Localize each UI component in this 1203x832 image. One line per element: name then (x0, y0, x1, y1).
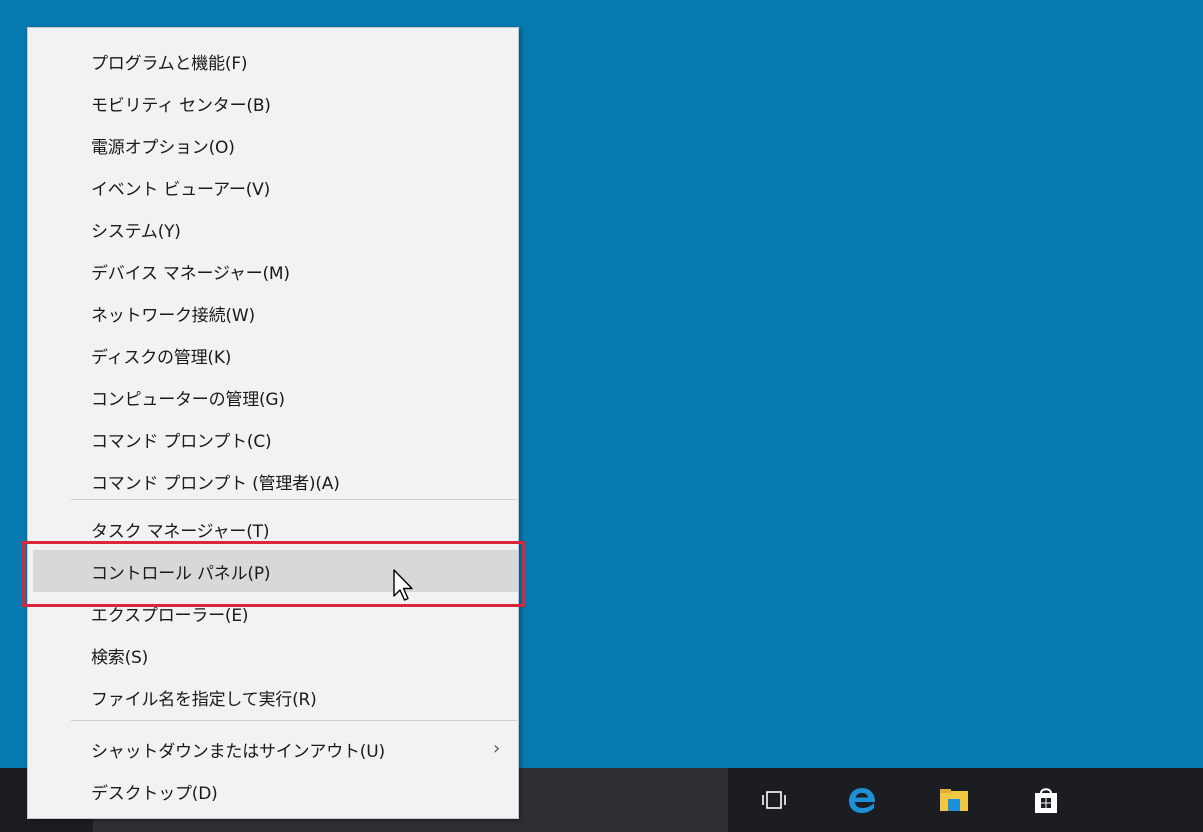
menu-item-label: 電源オプション(O) (91, 137, 235, 158)
menu-item-file-explorer[interactable]: エクスプローラー(E) (33, 592, 518, 634)
menu-separator (71, 720, 517, 721)
menu-item-disk-management[interactable]: ディスクの管理(K) (33, 334, 518, 376)
menu-item-label: エクスプローラー(E) (91, 605, 249, 626)
chevron-right-icon: › (493, 738, 500, 759)
menu-item-command-prompt[interactable]: コマンド プロンプト(C) (33, 418, 518, 460)
menu-item-label: タスク マネージャー(T) (91, 521, 270, 542)
store-icon[interactable] (1030, 784, 1062, 816)
menu-item-shutdown-signout[interactable]: シャットダウンまたはサインアウト(U) › (33, 728, 518, 770)
menu-item-label: ディスクの管理(K) (91, 347, 232, 368)
file-explorer-icon[interactable] (938, 784, 970, 816)
menu-item-mobility-center[interactable]: モビリティ センター(B) (33, 82, 518, 124)
menu-item-system[interactable]: システム(Y) (33, 208, 518, 250)
menu-item-label: モビリティ センター(B) (91, 95, 271, 116)
menu-item-label: イベント ビューアー(V) (91, 179, 270, 200)
menu-item-command-prompt-admin[interactable]: コマンド プロンプト (管理者)(A) (33, 460, 518, 502)
menu-item-label: コンピューターの管理(G) (91, 389, 285, 410)
edge-icon[interactable] (846, 784, 878, 816)
winx-context-menu: プログラムと機能(F) モビリティ センター(B) 電源オプション(O) イベン… (27, 27, 519, 819)
menu-item-label: コマンド プロンプト (管理者)(A) (91, 473, 340, 494)
menu-item-run[interactable]: ファイル名を指定して実行(R) (33, 676, 518, 718)
menu-item-label: コマンド プロンプト(C) (91, 431, 272, 452)
menu-item-search[interactable]: 検索(S) (33, 634, 518, 676)
menu-item-event-viewer[interactable]: イベント ビューアー(V) (33, 166, 518, 208)
menu-item-control-panel[interactable]: コントロール パネル(P) (33, 550, 518, 592)
menu-item-network-connections[interactable]: ネットワーク接続(W) (33, 292, 518, 334)
menu-item-label: シャットダウンまたはサインアウト(U) (91, 741, 385, 762)
menu-item-label: プログラムと機能(F) (91, 53, 248, 74)
menu-item-computer-management[interactable]: コンピューターの管理(G) (33, 376, 518, 418)
menu-separator (71, 499, 517, 500)
menu-item-desktop[interactable]: デスクトップ(D) (33, 770, 518, 812)
menu-item-label: デバイス マネージャー(M) (91, 263, 290, 284)
menu-item-label: コントロール パネル(P) (91, 563, 271, 584)
menu-item-label: システム(Y) (91, 221, 181, 242)
menu-item-task-manager[interactable]: タスク マネージャー(T) (33, 508, 518, 550)
menu-item-label: ファイル名を指定して実行(R) (91, 689, 317, 710)
task-view-icon[interactable] (758, 784, 790, 816)
menu-item-label: 検索(S) (91, 647, 149, 668)
menu-item-power-options[interactable]: 電源オプション(O) (33, 124, 518, 166)
menu-item-label: デスクトップ(D) (91, 783, 218, 804)
menu-item-device-manager[interactable]: デバイス マネージャー(M) (33, 250, 518, 292)
menu-item-label: ネットワーク接続(W) (91, 305, 255, 326)
mouse-cursor-icon (392, 568, 418, 604)
menu-item-programs-and-features[interactable]: プログラムと機能(F) (33, 40, 518, 82)
